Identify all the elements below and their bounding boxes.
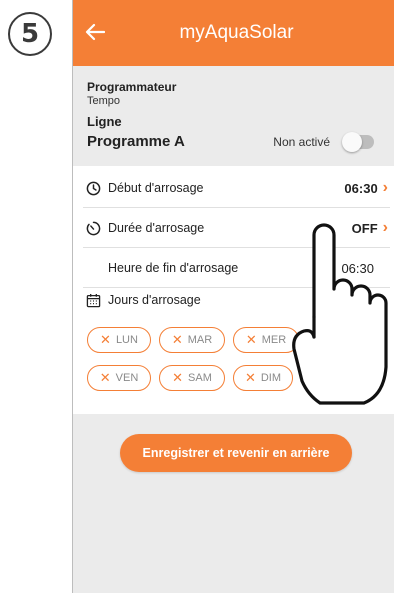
- calendar-icon: [85, 292, 101, 308]
- section-label: Programmateur: [87, 80, 177, 94]
- duration-row[interactable]: Durée d'arrosage OFF ›: [73, 208, 394, 248]
- day-chip-mon[interactable]: ✕ LUN: [87, 327, 151, 353]
- day-chip-tue[interactable]: ✕ MAR: [159, 327, 225, 353]
- day-chip-sat[interactable]: ✕ SAM: [159, 365, 225, 391]
- day-chip-label: DIM: [260, 372, 282, 384]
- day-chip-wed[interactable]: ✕ MER: [233, 327, 299, 353]
- line-label: Ligne: [87, 114, 122, 129]
- timer-icon: [85, 220, 101, 236]
- end-time-label: Heure de fin d'arrosage: [108, 261, 239, 275]
- divider: [83, 287, 390, 288]
- activation-toggle[interactable]: [342, 131, 374, 152]
- activation-status: Non activé: [273, 134, 330, 149]
- day-chip-sun[interactable]: ✕ DIM: [233, 365, 293, 391]
- duration-label: Durée d'arrosage: [108, 221, 205, 235]
- phone-screen: myAquaSolar Programmateur Tempo Ligne Pr…: [72, 0, 394, 593]
- close-icon: ✕: [171, 332, 183, 348]
- step-number-badge: 5: [8, 12, 52, 56]
- watering-days-header: Jours d'arrosage: [85, 292, 201, 308]
- start-time-row[interactable]: Début d'arrosage 06:30 ›: [73, 168, 394, 208]
- settings-card: Début d'arrosage 06:30 › Durée d'arrosag…: [73, 166, 394, 414]
- chevron-right-icon: ›: [382, 179, 388, 196]
- back-button[interactable]: [77, 14, 113, 50]
- close-icon: ✕: [245, 332, 257, 348]
- program-name: Programme A: [87, 133, 185, 150]
- end-time-value: 06:30: [341, 260, 374, 276]
- close-icon: ✕: [100, 332, 111, 348]
- chevron-right-icon: ›: [382, 219, 388, 236]
- day-chip-label: MAR: [187, 334, 213, 346]
- day-chip-label: SAM: [188, 372, 212, 384]
- clock-icon: [85, 180, 101, 196]
- day-chip-label: MER: [261, 334, 287, 346]
- day-chip-label: LUN: [115, 334, 138, 346]
- start-time-value: 06:30: [344, 180, 378, 196]
- program-header: Programmateur Tempo Ligne Programme A No…: [73, 66, 394, 166]
- close-icon: ✕: [172, 370, 184, 386]
- start-time-label: Début d'arrosage: [108, 181, 204, 195]
- duration-value: OFF: [351, 220, 378, 236]
- toggle-knob: [342, 131, 362, 152]
- day-chip-fri[interactable]: ✕ VEN: [87, 365, 151, 391]
- day-chip-label: VEN: [115, 372, 139, 384]
- save-and-back-button[interactable]: Enregistrer et revenir en arrière: [120, 434, 352, 472]
- end-time-row: Heure de fin d'arrosage 06:30: [73, 248, 394, 288]
- arrow-left-icon: [85, 23, 105, 41]
- section-sublabel: Tempo: [87, 95, 121, 107]
- app-bar: myAquaSolar: [73, 0, 394, 66]
- close-icon: ✕: [99, 370, 111, 386]
- watering-days-label: Jours d'arrosage: [108, 293, 201, 307]
- close-icon: ✕: [244, 370, 256, 386]
- app-title: myAquaSolar: [179, 22, 294, 43]
